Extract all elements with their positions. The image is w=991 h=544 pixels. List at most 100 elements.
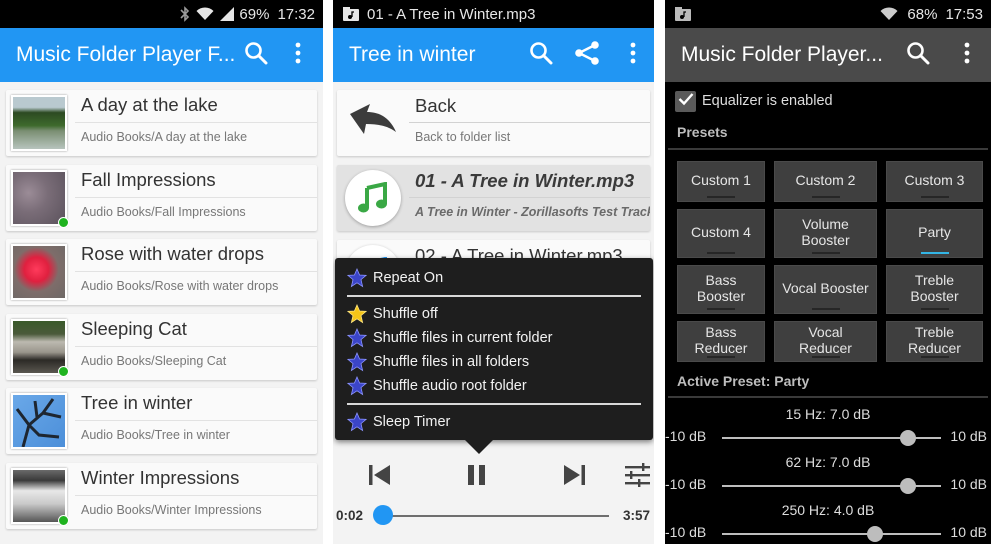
file-title: 01 - A Tree in Winter.mp3 xyxy=(409,165,650,198)
folder-title: Sleeping Cat xyxy=(75,314,317,347)
folder-thumbnail xyxy=(11,244,67,300)
star-gold-icon xyxy=(346,303,368,324)
equalizer-toggle[interactable]: Equalizer is enabled xyxy=(665,82,991,120)
menu-divider xyxy=(347,403,641,405)
menu-item-label: Shuffle off xyxy=(373,306,438,322)
seek-track[interactable] xyxy=(379,515,609,517)
equalizer-enabled-label: Equalizer is enabled xyxy=(702,93,833,109)
notification-text: 01 - A Tree in Winter.mp3 xyxy=(367,5,536,23)
menu-item[interactable]: Repeat On xyxy=(335,266,653,290)
band-min-label: -10 dB xyxy=(665,428,707,444)
band-min-label: -10 dB xyxy=(665,524,707,540)
folder-text: A day at the lake Audio Books/A day at th… xyxy=(71,90,317,156)
folder-item[interactable]: Rose with water drops Audio Books/Rose wi… xyxy=(6,239,317,305)
status-bar: 69% 17:32 xyxy=(0,0,323,28)
preset-button[interactable]: Custom 2 xyxy=(774,161,877,202)
elapsed-time: 0:02 xyxy=(336,508,364,523)
menu-divider xyxy=(347,295,641,297)
folder-text: Winter Impressions Audio Books/Winter Imp… xyxy=(71,463,317,529)
menu-item[interactable]: Shuffle files in current folder xyxy=(335,326,653,350)
overflow-menu-icon xyxy=(295,42,301,69)
pause-icon xyxy=(467,465,487,490)
next-icon xyxy=(563,465,585,490)
preset-button[interactable]: Treble Booster xyxy=(886,265,983,314)
pause-button[interactable] xyxy=(467,464,487,491)
preset-button[interactable]: Vocal Booster xyxy=(774,265,877,314)
folder-item[interactable]: Winter Impressions Audio Books/Winter Imp… xyxy=(6,462,317,529)
folder-text: Tree in winter Audio Books/Tree in winter xyxy=(71,388,317,454)
band-track[interactable] xyxy=(722,430,941,446)
previous-icon xyxy=(369,465,391,490)
folder-list: A day at the lake Audio Books/A day at th… xyxy=(0,82,323,529)
folder-thumbnail xyxy=(11,95,67,151)
file-icon-slot xyxy=(337,165,409,231)
band-max-label: 10 dB xyxy=(950,524,987,540)
folder-title: Winter Impressions xyxy=(75,463,317,496)
band-handle[interactable] xyxy=(900,478,917,494)
equalizer-checkbox[interactable] xyxy=(675,90,696,112)
equalizer-button[interactable] xyxy=(625,463,650,493)
band-handle[interactable] xyxy=(867,526,884,542)
folder-item[interactable]: Tree in winter Audio Books/Tree in winter xyxy=(6,388,317,454)
presets-heading: Presets xyxy=(677,124,728,140)
overflow-menu-button[interactable] xyxy=(943,28,991,82)
share-button[interactable] xyxy=(562,28,612,82)
music-folder-notification-icon xyxy=(343,7,359,21)
menu-item[interactable]: Shuffle files in all folders xyxy=(335,350,653,374)
band-track[interactable] xyxy=(722,526,941,542)
menu-item-label: Shuffle files in all folders xyxy=(373,354,530,370)
search-button[interactable] xyxy=(235,28,277,82)
status-bar: 01 - A Tree in Winter.mp3 xyxy=(333,0,654,28)
file-item[interactable]: Back Back to folder list xyxy=(337,90,650,156)
menu-item-label: Repeat On xyxy=(373,270,444,286)
star-blue-icon xyxy=(346,411,368,432)
total-time: 3:57 xyxy=(622,508,650,523)
preset-button[interactable]: Volume Booster xyxy=(774,209,877,258)
preset-button[interactable]: Vocal Reducer xyxy=(774,321,877,362)
menu-item[interactable]: Shuffle off xyxy=(335,302,653,326)
battery-level: 69% xyxy=(239,5,270,23)
preset-button[interactable]: Bass Reducer xyxy=(677,321,765,362)
file-item[interactable]: 01 - A Tree in Winter.mp3 A Tree in Winte… xyxy=(337,165,650,231)
equalizer-screen: 68% 17:53 Music Folder Player... Equaliz… xyxy=(665,0,991,544)
menu-item[interactable]: Sleep Timer xyxy=(335,410,653,434)
seek-bar: 0:02 3:57 xyxy=(333,500,654,532)
folder-title: Fall Impressions xyxy=(75,165,317,198)
folder-path: Audio Books/A day at the lake xyxy=(81,130,248,144)
preset-button[interactable]: Bass Booster xyxy=(677,265,765,314)
overflow-menu-button[interactable] xyxy=(277,28,319,82)
search-button[interactable] xyxy=(520,28,562,82)
search-button[interactable] xyxy=(893,28,943,82)
folder-path: Audio Books/Rose with water drops xyxy=(81,279,279,293)
star-blue-icon xyxy=(346,267,368,288)
overflow-menu-button[interactable] xyxy=(612,28,654,82)
overflow-menu-icon xyxy=(964,42,970,69)
bluetooth-icon xyxy=(180,6,190,22)
next-button[interactable] xyxy=(563,464,585,491)
previous-button[interactable] xyxy=(369,464,391,491)
seek-handle[interactable] xyxy=(372,505,393,525)
menu-item[interactable]: Shuffle audio root folder xyxy=(335,374,653,398)
preset-button[interactable]: Custom 1 xyxy=(677,161,765,202)
band-track[interactable] xyxy=(722,478,941,494)
playing-indicator xyxy=(58,365,69,377)
preset-button[interactable]: Custom 3 xyxy=(886,161,983,202)
clock: 17:53 xyxy=(945,5,983,23)
search-icon xyxy=(906,41,930,70)
folder-item[interactable]: Fall Impressions Audio Books/Fall Impress… xyxy=(6,164,317,231)
band-handle[interactable] xyxy=(900,430,917,446)
clock: 17:32 xyxy=(277,5,315,23)
folder-thumbnail xyxy=(11,467,69,526)
menu-item-label: Sleep Timer xyxy=(373,414,451,430)
folder-item[interactable]: A day at the lake Audio Books/A day at th… xyxy=(6,90,317,156)
preset-button[interactable]: Custom 4 xyxy=(677,209,765,258)
preset-button[interactable]: Treble Reducer xyxy=(886,321,983,362)
file-title: Back xyxy=(409,90,650,123)
folder-path: Audio Books/Sleeping Cat xyxy=(81,353,227,368)
player-screen: 01 - A Tree in Winter.mp3 Tree in winter… xyxy=(333,0,654,544)
menu-item-label: Shuffle audio root folder xyxy=(373,378,527,394)
back-arrow-icon xyxy=(348,103,398,143)
music-folder-notification-icon xyxy=(675,7,691,21)
preset-button[interactable]: Party xyxy=(886,209,983,258)
folder-item[interactable]: Sleeping Cat Audio Books/Sleeping Cat xyxy=(6,313,317,380)
